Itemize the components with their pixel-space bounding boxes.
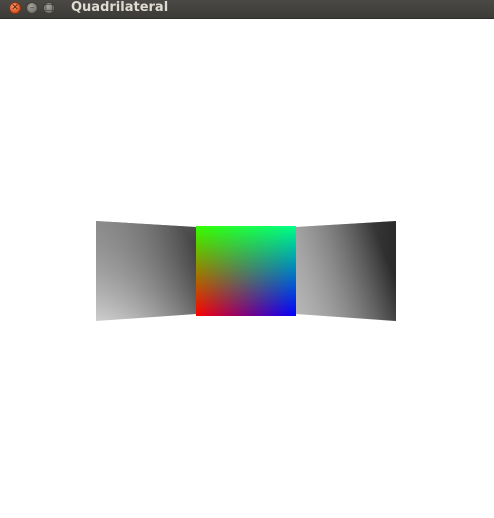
left-quad (96, 221, 196, 321)
quad-scene (96, 221, 396, 321)
title-bar[interactable]: ✕ – □ Quadrilateral (0, 0, 494, 19)
minimize-button[interactable]: – (26, 2, 38, 14)
render-canvas[interactable] (0, 19, 494, 518)
app-window: ✕ – □ Quadrilateral (0, 0, 494, 518)
maximize-icon: □ (44, 2, 54, 13)
maximize-button[interactable]: □ (43, 2, 55, 14)
close-icon: ✕ (11, 2, 19, 13)
minimize-icon: – (29, 2, 35, 13)
close-button[interactable]: ✕ (9, 2, 21, 14)
center-quad (196, 226, 296, 316)
right-quad (296, 221, 396, 321)
window-title: Quadrilateral (71, 0, 169, 15)
